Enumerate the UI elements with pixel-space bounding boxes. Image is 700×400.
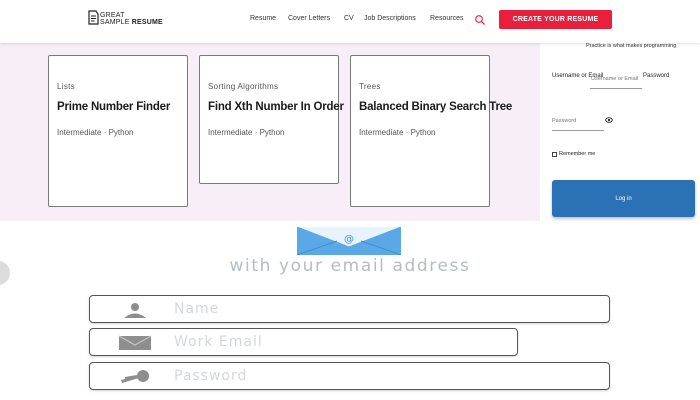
signup-password-input[interactable]: [174, 366, 474, 386]
username-input[interactable]: [590, 69, 642, 89]
logo-mark-icon: [88, 10, 99, 25]
card-meta: Intermediate · Python: [57, 128, 134, 137]
create-resume-button[interactable]: CREATE YOUR RESUME: [499, 10, 612, 29]
checkbox-box[interactable]: [552, 151, 557, 157]
card-meta: Intermediate · Python: [208, 128, 285, 137]
signup-headline: with your email address: [229, 256, 471, 276]
password-label: Password: [643, 73, 670, 79]
user-icon: [124, 303, 146, 318]
login-button[interactable]: Log in: [552, 180, 695, 217]
signup-section: @ with your email address: [0, 221, 700, 400]
card-meta: Intermediate · Python: [359, 128, 436, 137]
remember-me-label: Remember me: [559, 151, 596, 157]
problem-card[interactable]: Trees Balanced Binary Search Tree Interm…: [350, 55, 512, 207]
nav-job-descriptions[interactable]: Job Descriptions: [364, 15, 416, 22]
signup-password-field[interactable]: [89, 362, 610, 390]
logo-text-great: GREAT: [100, 12, 125, 19]
eye-icon[interactable]: [605, 116, 613, 124]
logo-text-sample-resume: SAMPLE RESUME: [100, 19, 163, 26]
nav-cv[interactable]: CV: [344, 15, 354, 22]
card-category: Lists: [57, 82, 75, 91]
card-title[interactable]: Find Xth Number In Order: [208, 101, 344, 113]
key-icon: [121, 370, 149, 383]
nav-resources[interactable]: Resources: [430, 15, 463, 22]
search-icon[interactable]: [474, 14, 486, 26]
mail-icon: [118, 335, 152, 350]
site-header: GREAT SAMPLE RESUME Resume Cover Letters…: [0, 0, 700, 43]
work-email-input[interactable]: [174, 332, 474, 352]
name-field[interactable]: [89, 295, 610, 323]
card-title[interactable]: Prime Number Finder: [57, 101, 170, 113]
card-category: Sorting Algorithms: [208, 82, 279, 91]
problem-card[interactable]: Sorting Algorithms Find Xth Number In Or…: [199, 55, 344, 184]
card-title[interactable]: Balanced Binary Search Tree: [359, 101, 512, 113]
problem-cards-section: Lists Prime Number Finder Intermediate ·…: [0, 43, 540, 221]
login-panel: Practice is what makes programming Usern…: [540, 43, 700, 221]
password-input[interactable]: [552, 111, 604, 131]
work-email-field[interactable]: [89, 328, 518, 356]
remember-me-checkbox[interactable]: Remember me: [552, 151, 595, 157]
problem-card[interactable]: Lists Prime Number Finder Intermediate ·…: [48, 55, 188, 207]
logo-text-sample: SAMPLE: [100, 19, 132, 26]
card-category: Trees: [359, 82, 381, 91]
name-input[interactable]: [174, 299, 474, 319]
nav-cover-letters[interactable]: Cover Letters: [288, 15, 330, 22]
svg-text:@: @: [344, 234, 354, 245]
site-logo[interactable]: GREAT SAMPLE RESUME: [87, 10, 167, 30]
nav-resume[interactable]: Resume: [250, 15, 276, 22]
envelope-icon: @: [297, 227, 401, 255]
panel-tagline: Practice is what makes programming: [586, 43, 677, 49]
logo-text-resume: RESUME: [131, 19, 163, 26]
